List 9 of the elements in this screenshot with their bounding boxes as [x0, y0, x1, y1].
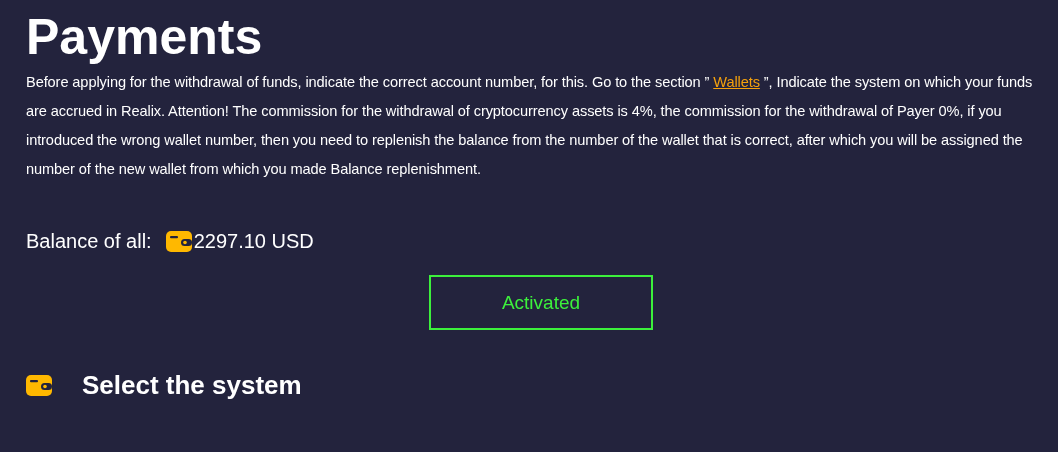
balance-label: Balance of all: — [26, 230, 152, 253]
wallet-icon — [165, 231, 192, 252]
section-title: Select the system — [82, 370, 302, 401]
balance-amount: 2297.10 USD — [193, 230, 314, 253]
wallet-icon — [26, 375, 52, 396]
page-title: Payments — [26, 8, 264, 67]
wallets-link[interactable]: Wallets — [713, 74, 760, 90]
notice-paragraph: Before applying for the withdrawal of funds, indicate the correct account number, for this. Go to the section ” Wallets ”, Indicate the system on which your funds are accrued in Realix. Attention! The commission for the withdrawal of cryptocurrency assets is 4%, the commission for the withdrawal of Payer 0%, if you introduced the wrong wallet number, then you need to replenish the balance from the number of the wallet that is correct, after which you will be assigned the number of the new wallet from which you made Balance replenishment. — [26, 73, 1034, 179]
status-button[interactable]: Activated — [429, 275, 653, 330]
